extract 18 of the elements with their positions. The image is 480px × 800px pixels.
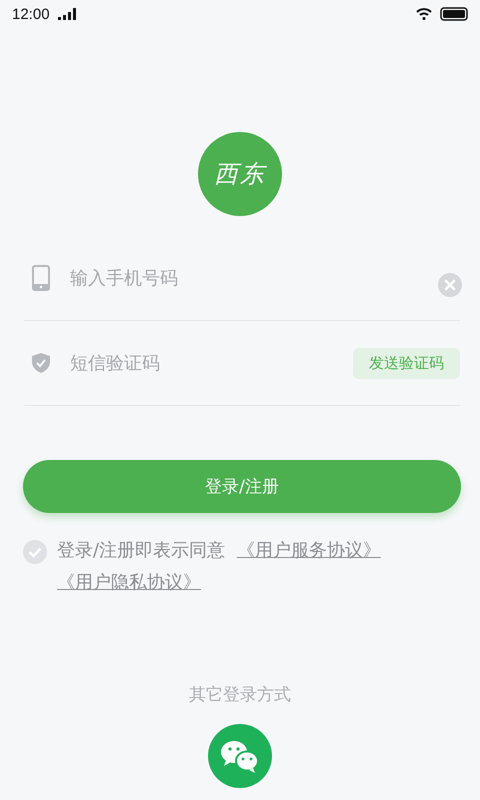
clear-icon[interactable] (438, 273, 462, 297)
agreement-link[interactable]: 《用户隐私协议》 (57, 572, 201, 593)
code-input[interactable]: 短信验证码 (70, 352, 333, 374)
signal-icon (58, 8, 76, 20)
phone-icon (32, 265, 50, 291)
other-login-label: 其它登录方式 (188, 684, 292, 706)
send-code-button[interactable]: 发送验证码 (353, 348, 460, 378)
agreement-text: 登录/注册即表示同意 (57, 540, 226, 561)
phone-input[interactable]: 输入手机号码 (70, 268, 430, 288)
app-logo: 西东 (198, 132, 282, 216)
checkbox[interactable] (23, 540, 47, 564)
shield-check-icon (32, 353, 50, 373)
status-time: 12:00 (12, 6, 50, 22)
agreement-link[interactable]: 《用户服务协议》 (236, 540, 381, 561)
wifi-icon (416, 8, 432, 20)
chat-bubbles-icon[interactable] (208, 724, 272, 788)
login-button[interactable]: 登录/注册 (23, 460, 461, 513)
battery-icon (440, 7, 468, 21)
